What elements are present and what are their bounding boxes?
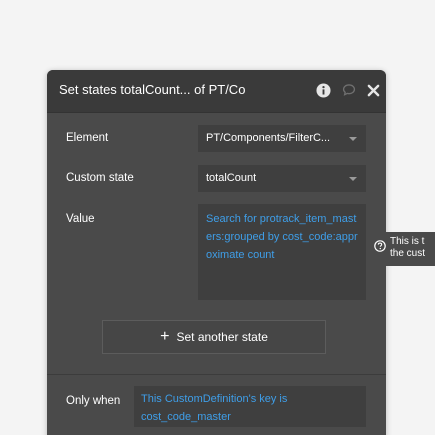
value-label: Value [66,213,95,225]
tooltip-text: This is t the cust [390,236,435,260]
custom-state-label: Custom state [66,172,134,184]
info-icon[interactable] [315,82,331,98]
dialog-header: Set states totalCount... of PT/Co [47,70,386,113]
section-divider [47,374,386,375]
custom-state-dropdown-value: totalCount [206,172,257,184]
tooltip-line-2: the cust [390,248,426,259]
set-another-state-label: Set another state [176,330,268,344]
chevron-down-icon [349,137,357,141]
comment-icon[interactable] [341,82,357,98]
chevron-down-icon [349,177,357,181]
plus-icon: + [160,328,170,345]
workspace-canvas: Set states totalCount... of PT/Co Elemen… [0,0,435,435]
element-dropdown-value: PT/Components/FilterC... [206,132,331,144]
set-another-state-button[interactable]: + Set another state [102,320,326,354]
set-state-dialog: Set states totalCount... of PT/Co Elemen… [47,70,386,435]
value-expression-text: Search for protrack_item_masters:grouped… [206,213,358,261]
only-when-expression-text: This CustomDefinition's key is cost_code… [141,393,288,423]
tooltip-line-1: This is t [390,236,425,247]
help-circle-icon [374,240,386,252]
close-icon[interactable] [365,82,381,98]
only-when-label: Only when [66,395,121,407]
element-dropdown[interactable]: PT/Components/FilterC... [198,125,366,152]
help-tooltip: This is t the cust [373,232,435,266]
element-label: Element [66,132,109,144]
custom-state-dropdown[interactable]: totalCount [198,165,366,192]
only-when-expression-field[interactable]: This CustomDefinition's key is cost_code… [134,386,366,427]
value-expression-field[interactable]: Search for protrack_item_masters:grouped… [198,204,366,300]
dialog-title: Set states totalCount... of PT/Co [59,82,246,97]
